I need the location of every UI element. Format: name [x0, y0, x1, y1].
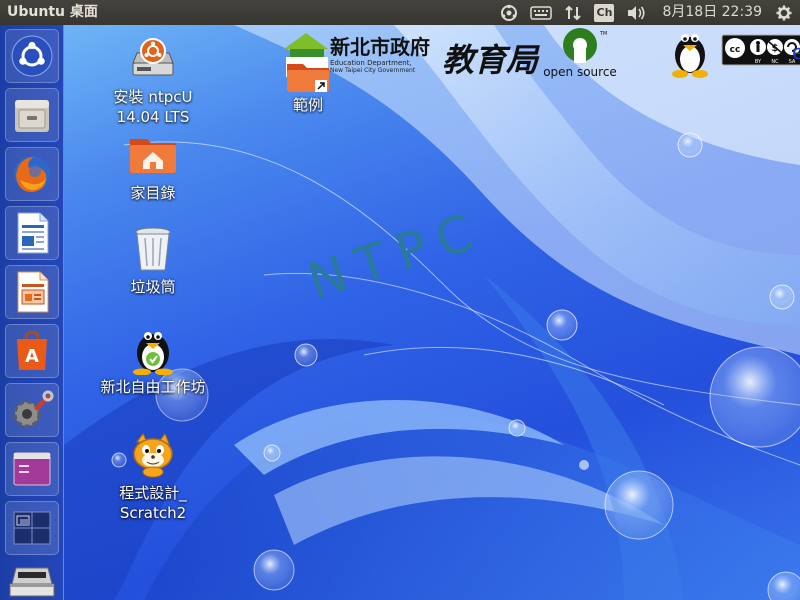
tux-penguin-icon — [127, 323, 179, 375]
examples-folder-link-icon — [282, 64, 334, 93]
desktop-icon-examples[interactable]: 範例 — [240, 64, 376, 115]
desktop-icon-home-folder[interactable]: 家目錄 — [83, 129, 223, 203]
trash-can-icon — [127, 223, 179, 275]
launcher-workspace-switcher-button[interactable] — [5, 501, 59, 555]
desktop-icon-scratch[interactable]: 程式設計_ Scratch2 — [83, 429, 223, 523]
settings-tools-icon — [13, 390, 54, 428]
ubuntu-one-indicator-icon[interactable] — [500, 0, 518, 25]
software-center-bag-icon: A — [17, 330, 47, 370]
desktop-icon-label: 家目錄 — [130, 184, 176, 202]
keyboard-indicator-icon[interactable] — [530, 0, 553, 25]
clock[interactable]: 8月18日 22:39 — [662, 0, 762, 25]
launcher-trash-button[interactable] — [5, 553, 59, 600]
file-cabinet-icon — [15, 100, 49, 132]
cc-nc: NC — [771, 59, 779, 65]
launcher-firefox-button[interactable] — [5, 147, 59, 201]
desktop-icon-trash[interactable]: 垃圾筒 — [83, 223, 223, 297]
ubuntu-logo-icon — [11, 35, 53, 77]
desktop-icon-label: 垃圾筒 — [130, 278, 176, 296]
impress-presentation-icon — [17, 271, 49, 313]
launcher: A — [0, 25, 64, 600]
launcher-writer-button[interactable] — [5, 206, 59, 260]
session-gear-icon[interactable] — [776, 0, 792, 25]
dash-home-button[interactable] — [5, 29, 59, 83]
bureau-name: 教育局 — [442, 41, 540, 79]
desktop-icon-label: 新北自由工作坊 — [100, 378, 206, 396]
gov-name: 新北市政府 — [330, 35, 430, 59]
workspace-switcher-icon — [13, 511, 51, 545]
panel-title: Ubuntu 桌面 — [7, 4, 98, 20]
launcher-impress-button[interactable] — [5, 265, 59, 319]
desktop[interactable]: NTPC 新北市政府 Education Department, New Tai… — [64, 25, 800, 600]
creative-commons-badge-icon: cc $ BY NC SA — [721, 34, 800, 66]
volume-icon[interactable] — [626, 0, 646, 25]
network-updown-icon[interactable] — [564, 0, 582, 25]
launcher-files-button[interactable] — [5, 88, 59, 142]
home-folder-icon — [127, 129, 179, 181]
cut-off-letter: e — [792, 40, 800, 64]
purple-window-icon — [13, 452, 51, 486]
writer-document-icon — [17, 212, 49, 254]
launcher-system-settings-button[interactable] — [5, 383, 59, 437]
desktop-icon-label: 程式設計_ Scratch2 — [119, 484, 187, 522]
top-panel: Ubuntu 桌面 Ch 8月18日 22:39 — [0, 0, 800, 25]
tux-logo-icon — [672, 34, 708, 78]
svg-text:A: A — [25, 346, 39, 367]
launcher-app-button[interactable] — [5, 442, 59, 496]
desktop-icon-label: 範例 — [292, 96, 323, 114]
desktop-icon-ntpc-workshop[interactable]: 新北自由工作坊 — [83, 323, 223, 397]
desktop-icon-installer[interactable]: 安裝 ntpcU 14.04 LTS — [83, 33, 223, 127]
cc-by: BY — [755, 59, 762, 65]
trash-launcher-icon — [9, 567, 55, 597]
firefox-icon — [14, 156, 50, 192]
open-source-logo-icon: TM — [563, 28, 607, 63]
indicator-area: Ch 8月18日 22:39 — [494, 0, 800, 25]
installer-drive-icon — [127, 33, 179, 85]
input-method-label: Ch — [594, 3, 615, 22]
scratch-cat-icon — [127, 429, 179, 481]
opensource-tm: TM — [599, 31, 607, 37]
desktop-icon-label: 安裝 ntpcU 14.04 LTS — [113, 88, 193, 126]
input-method-indicator[interactable]: Ch — [594, 0, 615, 25]
launcher-software-center-button[interactable]: A — [5, 324, 59, 378]
svg-text:cc: cc — [730, 45, 741, 55]
opensource-text: open source — [543, 65, 617, 79]
